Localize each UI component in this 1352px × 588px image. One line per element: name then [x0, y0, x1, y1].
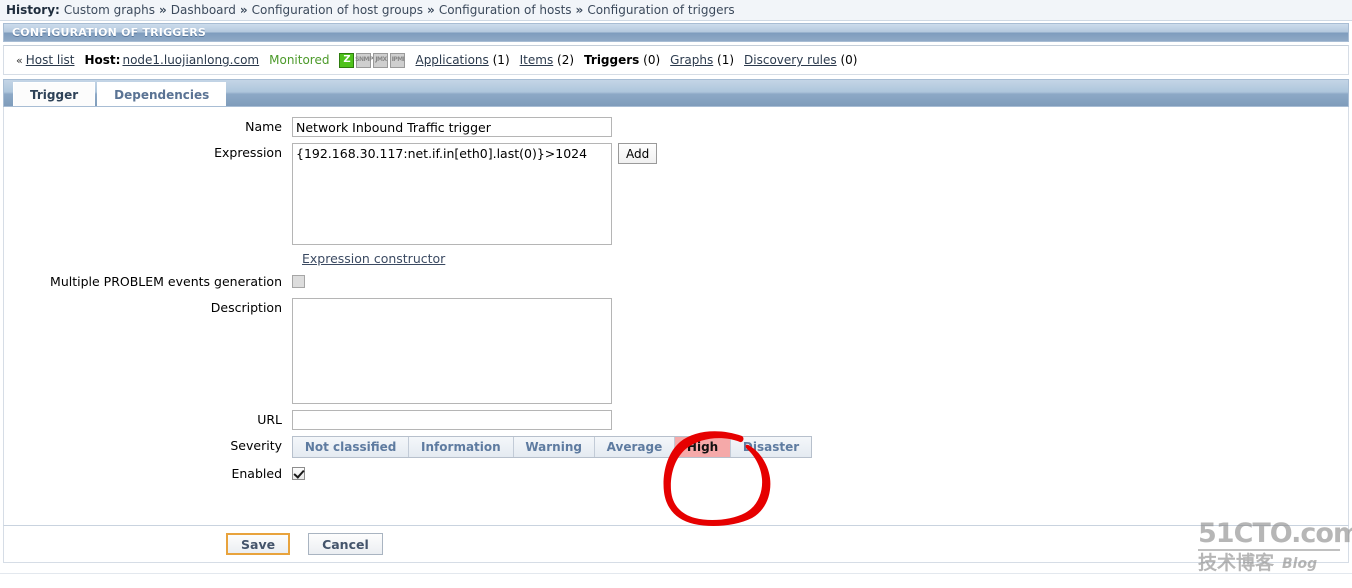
breadcrumb-item-configuration-of-hosts[interactable]: Configuration of hosts	[439, 3, 572, 17]
nav-link-graphs[interactable]: Graphs	[670, 53, 713, 67]
severity-label: Severity	[230, 438, 282, 453]
severity-option-high[interactable]: High	[675, 437, 732, 457]
form-row-description: Description	[4, 298, 1348, 404]
severity-option-average[interactable]: Average	[594, 437, 676, 457]
breadcrumb-item-configuration-of-triggers[interactable]: Configuration of triggers	[587, 3, 734, 17]
save-button[interactable]: Save	[226, 533, 291, 555]
expression-textarea[interactable]: {192.168.30.117:net.if.in[eth0].last(0)}…	[292, 143, 612, 245]
severity-selector: Not classified Information Warning Avera…	[292, 436, 812, 458]
multiple-problem-label: Multiple PROBLEM events generation	[50, 274, 282, 289]
nav-count-applications: (1)	[492, 53, 510, 67]
nav-count-triggers: (0)	[643, 53, 661, 67]
breadcrumb-separator: »	[427, 3, 435, 17]
host-name-link[interactable]: node1.luojianlong.com	[122, 53, 259, 67]
description-textarea[interactable]	[292, 298, 612, 404]
nav-link-applications-wrap: Applications (1)	[415, 53, 509, 67]
host-status: Monitored	[269, 53, 330, 67]
severity-option-not-classified[interactable]: Not classified	[293, 437, 410, 457]
zabbix-agent-availability-icon: Z	[339, 52, 355, 68]
severity-option-information[interactable]: Information	[409, 437, 514, 457]
severity-option-disaster[interactable]: Disaster	[731, 437, 811, 457]
expression-field-wrap: {192.168.30.117:net.if.in[eth0].last(0)}…	[292, 143, 658, 245]
breadcrumb-item-configuration-of-host-groups[interactable]: Configuration of host groups	[252, 3, 423, 17]
page-bottom-strip	[0, 573, 1352, 588]
nav-link-graphs-wrap: Graphs (1)	[670, 53, 734, 67]
enabled-checkbox[interactable]	[292, 467, 305, 480]
url-field-wrap	[292, 410, 612, 430]
nav-link-discovery-rules[interactable]: Discovery rules	[744, 53, 837, 67]
nav-link-items[interactable]: Items	[520, 53, 554, 67]
url-input[interactable]	[292, 410, 612, 430]
back-chevron-icon: «	[16, 53, 23, 67]
form-row-multiple-problem: Multiple PROBLEM events generation	[4, 272, 1348, 292]
breadcrumb: History: Custom graphs » Dashboard » Con…	[0, 0, 1352, 21]
nav-link-triggers-wrap: Triggers (0)	[584, 53, 660, 67]
cancel-button[interactable]: Cancel	[308, 533, 383, 555]
expression-label: Expression	[214, 145, 282, 160]
form-row-url: URL	[4, 410, 1348, 430]
host-list-link[interactable]: Host list	[26, 53, 75, 67]
expression-constructor-link[interactable]: Expression constructor	[302, 251, 445, 266]
breadcrumb-item-custom-graphs[interactable]: Custom graphs	[64, 3, 155, 17]
breadcrumb-separator: »	[159, 3, 167, 17]
tab-strip: Trigger Dependencies	[3, 79, 1349, 107]
tab-trigger[interactable]: Trigger	[13, 82, 96, 106]
severity-option-warning[interactable]: Warning	[513, 437, 595, 457]
expression-constructor-wrap: Expression constructor	[292, 251, 1348, 266]
breadcrumb-separator: »	[575, 3, 584, 17]
name-input[interactable]	[292, 117, 612, 137]
host-navigation-bar: « Host list Host: node1.luojianlong.com …	[3, 45, 1349, 75]
form-row-name: Name	[4, 117, 1348, 137]
breadcrumb-label: History:	[6, 3, 60, 17]
form-row-severity: Severity Not classified Information Warn…	[4, 436, 1348, 458]
multiple-problem-field-wrap	[292, 272, 305, 288]
description-label: Description	[210, 300, 282, 315]
form-footer: Save Cancel	[3, 525, 1349, 563]
name-label: Name	[245, 119, 282, 134]
breadcrumb-item-dashboard[interactable]: Dashboard	[171, 3, 236, 17]
severity-field-wrap: Not classified Information Warning Avera…	[292, 436, 812, 458]
multiple-problem-checkbox[interactable]	[292, 275, 305, 288]
nav-link-items-wrap: Items (2)	[520, 53, 574, 67]
trigger-form-panel: Name Expression {192.168.30.117:net.if.i…	[3, 107, 1349, 525]
form-row-enabled: Enabled	[4, 464, 1348, 484]
breadcrumb-separator: »	[239, 3, 248, 17]
enabled-field-wrap	[292, 464, 305, 480]
page-header: CONFIGURATION OF TRIGGERS	[3, 23, 1349, 42]
nav-count-items: (2)	[557, 53, 575, 67]
nav-count-discovery-rules: (0)	[840, 53, 858, 67]
page-title: CONFIGURATION OF TRIGGERS	[12, 26, 207, 39]
jmx-availability-icon: JMX	[373, 52, 389, 68]
nav-link-discovery-rules-wrap: Discovery rules (0)	[744, 53, 857, 67]
url-label: URL	[257, 412, 282, 427]
snmp-availability-icon: SNMP	[355, 52, 373, 68]
nav-count-graphs: (1)	[717, 53, 735, 67]
availability-icon-group: Z SNMP JMX IPMI	[339, 52, 406, 68]
nav-link-applications[interactable]: Applications	[415, 53, 488, 67]
host-label: Host:	[84, 53, 121, 67]
ipmi-availability-icon: IPMI	[390, 52, 406, 68]
enabled-label: Enabled	[231, 466, 282, 481]
name-field-wrap	[292, 117, 612, 137]
add-expression-button[interactable]: Add	[618, 143, 658, 164]
form-row-expression: Expression {192.168.30.117:net.if.in[eth…	[4, 143, 1348, 245]
description-field-wrap	[292, 298, 612, 404]
nav-link-triggers: Triggers	[584, 53, 640, 67]
tab-dependencies[interactable]: Dependencies	[97, 82, 227, 106]
